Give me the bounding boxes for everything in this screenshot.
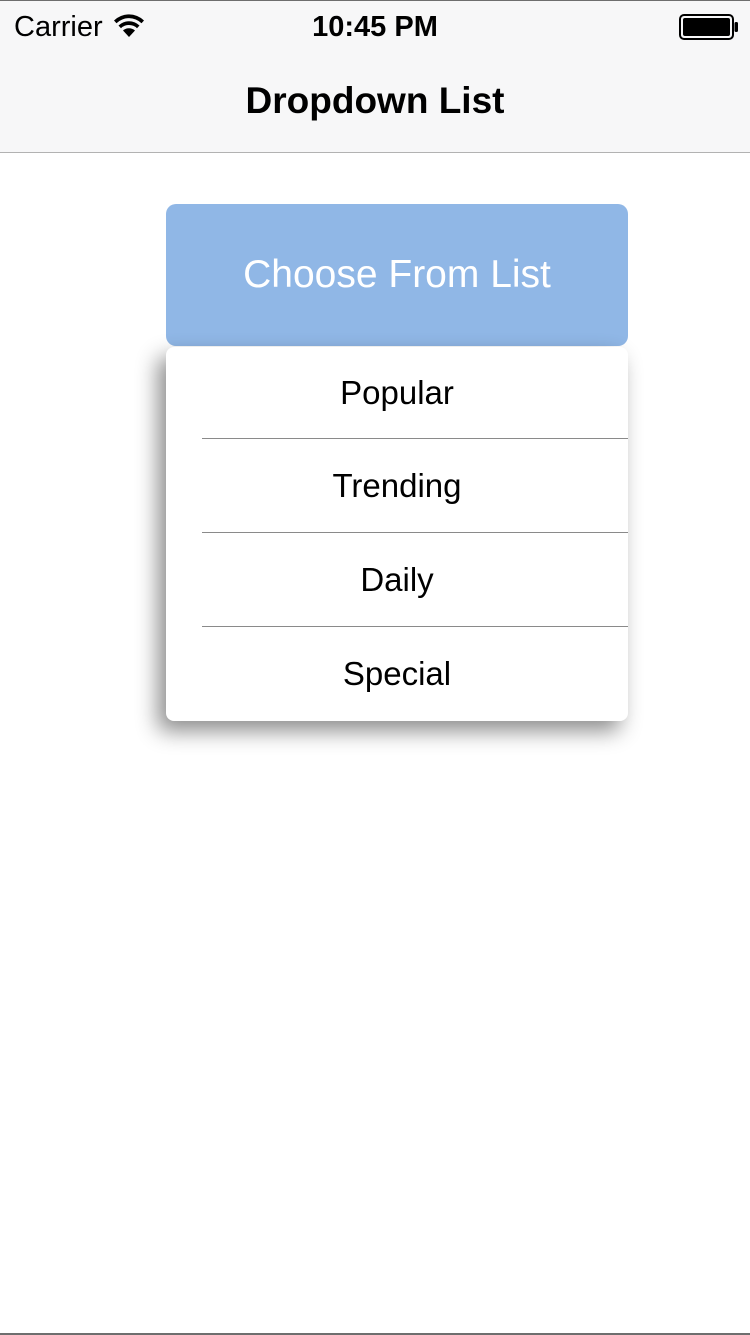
dropdown-item-label: Special <box>342 655 452 692</box>
dropdown-item-popular[interactable]: Popular <box>166 347 628 439</box>
battery-icon <box>679 14 738 40</box>
status-time: 10:45 PM <box>312 11 438 43</box>
nav-title: Dropdown List <box>245 80 505 121</box>
dropdown-list: Popular Trending Daily Special <box>166 347 628 721</box>
dropdown-item-special[interactable]: Special <box>166 627 628 721</box>
dropdown-item-label: Popular <box>340 374 454 411</box>
dropdown-item-trending[interactable]: Trending <box>166 439 628 533</box>
dropdown-item-label: Daily <box>360 561 434 598</box>
choose-from-list-button[interactable]: Choose From List <box>166 204 628 346</box>
dropdown-item-daily[interactable]: Daily <box>166 533 628 627</box>
app-screen: Carrier 10:45 PM Dropdown List Choose Fr… <box>0 0 750 1335</box>
dropdown-item-label: Trending <box>332 467 462 504</box>
top-bar: Carrier 10:45 PM Dropdown List <box>0 1 750 153</box>
